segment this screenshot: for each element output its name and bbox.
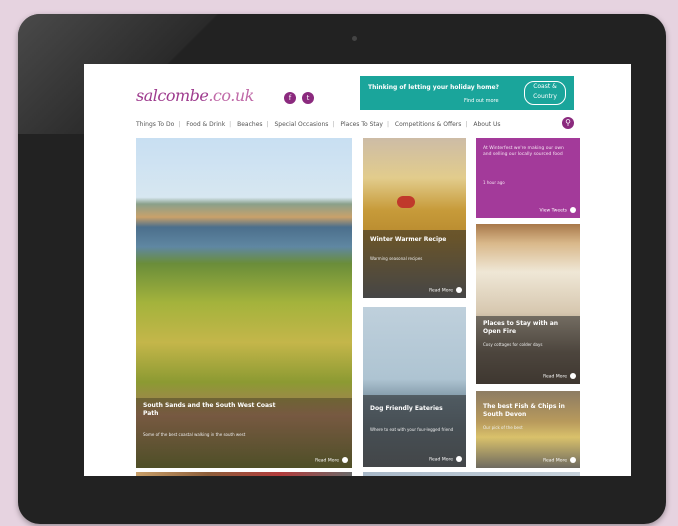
tile-soup[interactable]: Winter Warmer Recipe Warming seasonal re… xyxy=(363,138,466,298)
tile-soup-read-more[interactable]: Read More xyxy=(429,287,462,293)
brand-badge: Coast & Country xyxy=(524,81,566,105)
website-screen: salcombe.co.uk f t Thinking of letting y… xyxy=(84,64,631,476)
tile-fire-read-more[interactable]: Read More xyxy=(543,373,576,379)
main-nav: Things To Do | Food & Drink | Beaches | Spe… xyxy=(136,121,501,128)
tile-soup-title: Winter Warmer Recipe xyxy=(370,236,447,243)
tile-dog-desc: Where to eat with your four-legged frien… xyxy=(370,427,454,432)
banner-text: Thinking of letting your holiday home? xyxy=(368,84,500,91)
tile-dog-title: Dog Friendly Eateries xyxy=(370,405,443,412)
ad-banner[interactable]: Thinking of letting your holiday home? F… xyxy=(360,76,574,110)
banner-subtext: Find out more xyxy=(464,98,499,104)
tomato-garnish xyxy=(397,196,415,208)
tile-dog-friendly[interactable]: Dog Friendly Eateries Where to eat with … xyxy=(363,307,466,467)
tablet-frame: salcombe.co.uk f t Thinking of letting y… xyxy=(18,14,666,524)
tile-hero[interactable]: South Sands and the South West Coast Pat… xyxy=(136,138,352,468)
tile-soup-desc: Warming seasonal recipes xyxy=(370,256,423,261)
tile-fish-chips[interactable]: The best Fish & Chips in South Devon Our… xyxy=(476,391,580,468)
tile-next-row-right[interactable] xyxy=(363,472,580,476)
tile-next-row-left[interactable] xyxy=(136,472,352,476)
tile-twitter-promo[interactable]: At Winterfest we're making our own and s… xyxy=(476,138,580,218)
nav-item-things-to-do[interactable]: Things To Do xyxy=(136,121,174,128)
tile-fish-read-more[interactable]: Read More xyxy=(543,457,576,463)
tile-hero-read-more[interactable]: Read More xyxy=(315,457,348,463)
nav-item-special-occasions[interactable]: Special Occasions xyxy=(274,121,328,128)
tile-hero-desc: Some of the best coastal walking in the … xyxy=(143,432,246,437)
tile-fire-desc: Cosy cottages for colder days xyxy=(483,342,543,347)
nav-item-about-us[interactable]: About Us xyxy=(473,121,500,128)
nav-item-places-to-stay[interactable]: Places To Stay xyxy=(340,121,383,128)
tile-dog-read-more[interactable]: Read More xyxy=(429,456,462,462)
tile-fire-title: Places to Stay with an Open Fire xyxy=(483,320,559,335)
nav-item-food-drink[interactable]: Food & Drink xyxy=(186,121,225,128)
tile-fish-title: The best Fish & Chips in South Devon xyxy=(483,403,565,418)
tile-promo-text: At Winterfest we're making our own and s… xyxy=(483,146,564,157)
site-logo[interactable]: salcombe.co.uk xyxy=(136,86,254,105)
twitter-icon[interactable]: t xyxy=(302,92,314,104)
logo-prefix: salcombe xyxy=(136,86,209,105)
tile-fish-desc: Our pick of the best xyxy=(483,425,523,430)
tile-hero-title: South Sands and the South West Coast Pat… xyxy=(143,402,276,417)
nav-item-competitions[interactable]: Competitions & Offers xyxy=(395,121,461,128)
facebook-icon[interactable]: f xyxy=(284,92,296,104)
search-icon[interactable]: ⚲ xyxy=(562,117,574,129)
nav-item-beaches[interactable]: Beaches xyxy=(237,121,262,128)
logo-suffix: .co.uk xyxy=(208,86,254,105)
tile-promo-time: 1 hour ago xyxy=(483,180,505,185)
tile-open-fire[interactable]: Places to Stay with an Open Fire Cosy co… xyxy=(476,224,580,384)
tile-promo-view-tweets[interactable]: View Tweets xyxy=(540,207,576,213)
camera-dot xyxy=(352,36,357,41)
